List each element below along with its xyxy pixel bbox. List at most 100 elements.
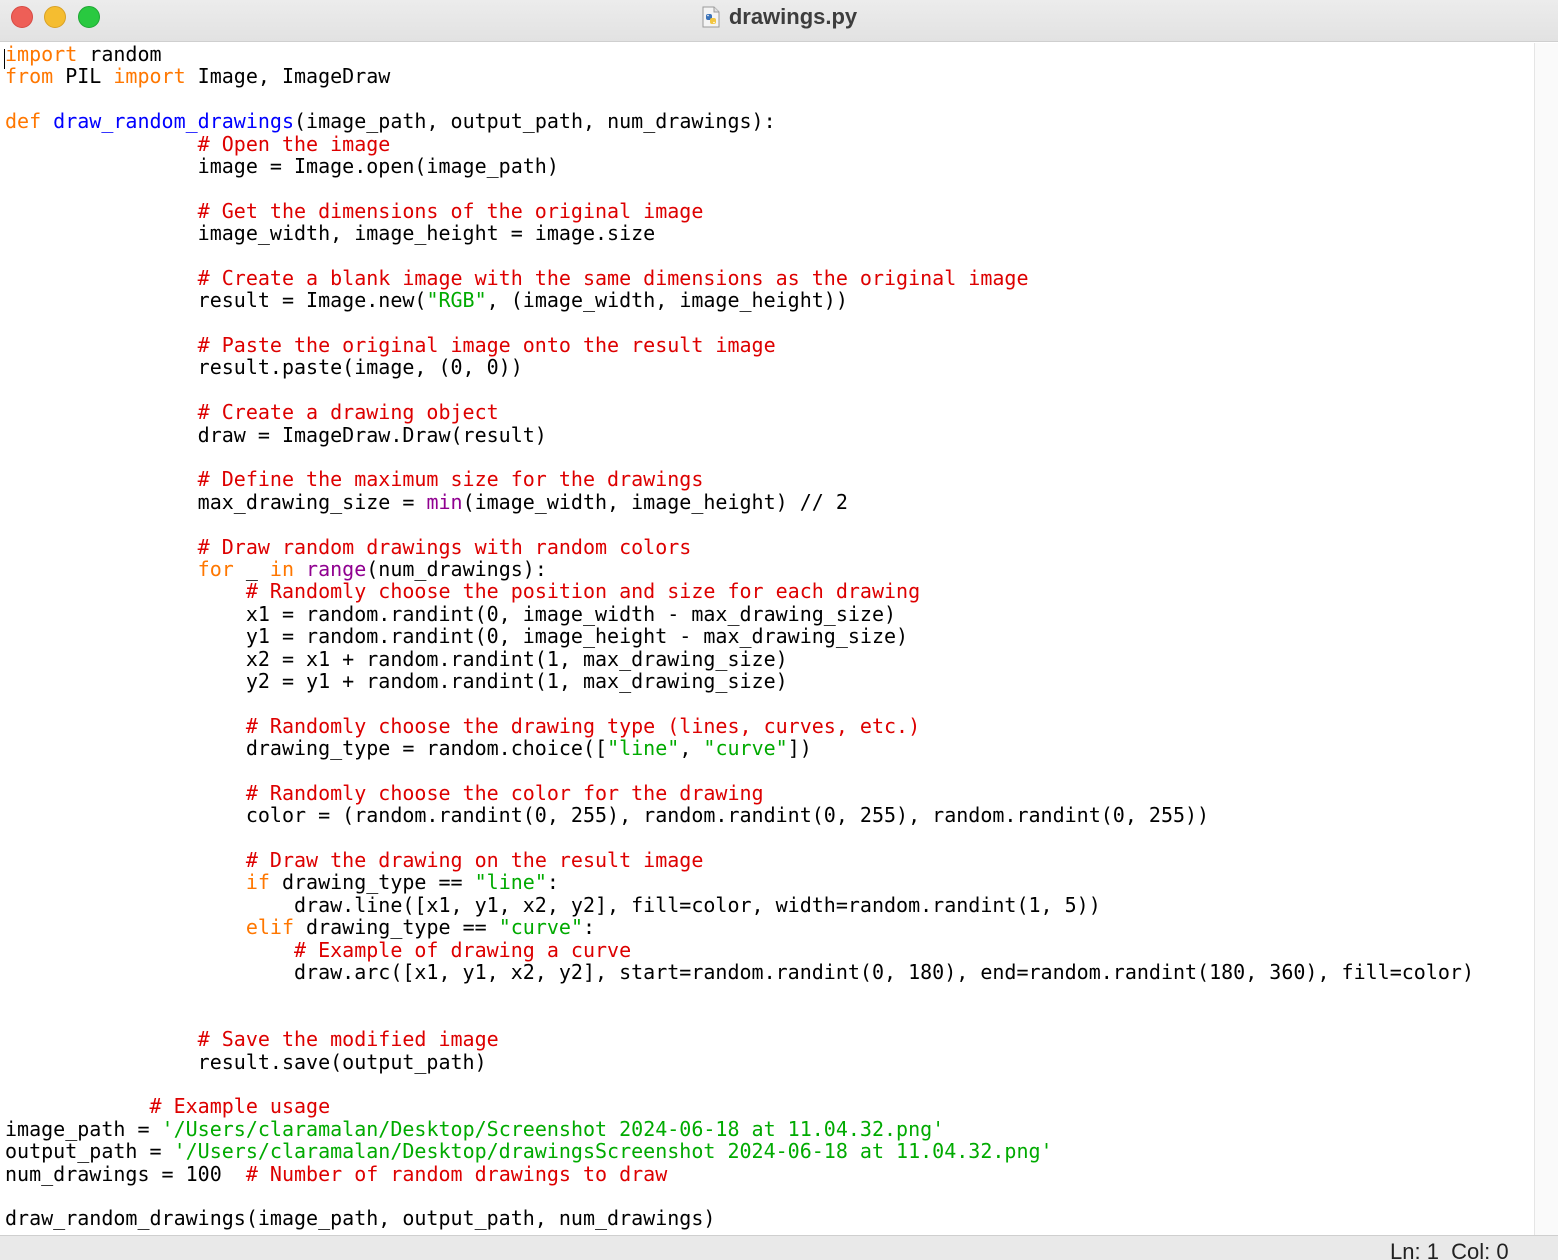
code-token: random xyxy=(77,43,162,66)
comment-token: # Draw random drawings with random color… xyxy=(197,534,692,559)
code-line[interactable] xyxy=(5,379,1474,401)
code-line[interactable]: # Open the image xyxy=(5,132,1474,156)
code-token: _ xyxy=(233,556,270,581)
code-line[interactable]: # Example usage xyxy=(5,1095,1474,1117)
code-line[interactable]: num_drawings = 100 # Number of random dr… xyxy=(5,1161,1474,1186)
code-line[interactable] xyxy=(5,1006,1474,1028)
code-line[interactable]: # Draw random drawings with random color… xyxy=(5,534,1474,559)
code-line[interactable]: # Randomly choose the position and size … xyxy=(5,580,1474,602)
code-token: x2 = x1 + random.randint(1, max_drawing_… xyxy=(5,646,788,671)
code-line[interactable]: elif drawing_type == "curve": xyxy=(5,916,1474,938)
code-line[interactable]: result.save(output_path) xyxy=(5,1049,1474,1074)
vertical-scrollbar[interactable] xyxy=(1534,43,1558,1235)
code-token: image = Image.open(image_path) xyxy=(5,153,559,178)
keyword-token: elif xyxy=(245,915,294,940)
code-token: , (image_width, image_height)) xyxy=(486,288,848,313)
code-line[interactable]: # Example of drawing a curve xyxy=(5,938,1474,962)
code-line[interactable]: x2 = x1 + random.randint(1, max_drawing_… xyxy=(5,646,1474,671)
comment-token: # Number of random drawings to draw xyxy=(245,1161,668,1186)
code-token: Image, ImageDraw xyxy=(185,64,391,89)
keyword-token: import xyxy=(113,64,186,89)
code-line[interactable]: # Draw the drawing on the result image xyxy=(5,849,1474,871)
code-token: result = Image.new( xyxy=(5,288,427,313)
code-line[interactable]: y2 = y1 + random.randint(1, max_drawing_… xyxy=(5,670,1474,692)
code-line[interactable]: y1 = random.randint(0, image_height - ma… xyxy=(5,625,1474,647)
code-token: max_drawing_size = xyxy=(5,489,427,514)
code-line[interactable] xyxy=(5,1073,1474,1095)
code-line[interactable]: draw.arc([x1, y1, x2, y2], start=random.… xyxy=(5,961,1474,983)
code-line[interactable]: # Randomly choose the drawing type (line… xyxy=(5,715,1474,737)
code-line[interactable]: result.paste(image, (0, 0)) xyxy=(5,356,1474,378)
code-line[interactable]: image_width, image_height = image.size xyxy=(5,222,1474,244)
code-line[interactable]: output_path = '/Users/claramalan/Desktop… xyxy=(5,1140,1474,1162)
code-line[interactable]: draw = ImageDraw.Draw(result) xyxy=(5,423,1474,446)
string-token: "line" xyxy=(607,736,680,761)
string-token: "line" xyxy=(474,870,547,895)
code-line[interactable]: if drawing_type == "line": xyxy=(5,871,1474,893)
code-line[interactable]: # Define the maximum size for the drawin… xyxy=(5,468,1474,490)
string-token: "RGB" xyxy=(426,288,487,313)
code-line[interactable]: # Paste the original image onto the resu… xyxy=(5,334,1474,356)
code-line[interactable] xyxy=(5,1185,1474,1207)
code-line[interactable]: for _ in range(num_drawings): xyxy=(5,558,1474,580)
code-token: result.save(output_path) xyxy=(5,1049,487,1074)
code-token: PIL xyxy=(53,64,114,89)
code-line[interactable] xyxy=(5,983,1474,1005)
code-line[interactable]: # Create a drawing object xyxy=(5,401,1474,423)
code-line[interactable]: from PIL import Image, ImageDraw xyxy=(5,65,1474,87)
code-token: draw.line([x1, y1, x2, y2], fill=color, … xyxy=(5,892,1101,917)
code-line[interactable]: result = Image.new("RGB", (image_width, … xyxy=(5,289,1474,311)
code-line[interactable]: import random xyxy=(5,43,1474,65)
code-line[interactable]: max_drawing_size = min(image_width, imag… xyxy=(5,491,1474,513)
code-token: drawing_type == xyxy=(269,870,475,895)
code-line[interactable]: x1 = random.randint(0, image_width - max… xyxy=(5,603,1474,625)
code-token: image_path = xyxy=(5,1116,162,1141)
string-token: "curve" xyxy=(703,736,788,761)
code-line[interactable]: draw_random_drawings(image_path, output_… xyxy=(5,1207,1474,1229)
code-token: y2 = y1 + random.randint(1, max_drawing_… xyxy=(5,668,788,693)
window-title: drawings.py xyxy=(728,4,858,29)
code-line[interactable] xyxy=(5,760,1474,782)
code-line[interactable]: # Create a blank image with the same dim… xyxy=(5,267,1474,289)
comment-token: # Save the modified image xyxy=(197,1027,499,1052)
code-line[interactable]: image_path = '/Users/claramalan/Desktop/… xyxy=(5,1118,1474,1140)
code-line[interactable] xyxy=(5,513,1474,535)
window-title-group: drawings.py xyxy=(0,0,1558,34)
code-line[interactable] xyxy=(5,245,1474,267)
function-name-token: draw_random_drawings xyxy=(53,109,294,134)
code-token: draw_random_drawings(image_path, output_… xyxy=(5,1206,716,1231)
code-token: y1 = random.randint(0, image_height - ma… xyxy=(5,624,909,649)
code-line[interactable] xyxy=(5,177,1474,199)
code-token: output_path = xyxy=(5,1139,174,1164)
code-line[interactable]: # Randomly choose the color for the draw… xyxy=(5,782,1474,804)
code-token: num_drawings = 100 xyxy=(5,1161,246,1186)
code-line[interactable] xyxy=(5,88,1474,110)
code-line[interactable] xyxy=(5,446,1474,468)
keyword-token: if xyxy=(245,870,270,895)
title-bar[interactable]: drawings.py xyxy=(0,0,1558,42)
string-token: '/Users/claramalan/Desktop/drawingsScree… xyxy=(173,1139,1053,1164)
code-editor[interactable]: import random from PIL import Image, Imag… xyxy=(0,43,1534,1235)
code-line[interactable]: color = (random.randint(0, 255), random.… xyxy=(5,804,1474,826)
code-line[interactable]: drawing_type = random.choice(["line", "c… xyxy=(5,737,1474,759)
comment-token: # Get the dimensions of the original ima… xyxy=(197,198,704,223)
code-line[interactable]: image = Image.open(image_path) xyxy=(5,155,1474,177)
code-line[interactable] xyxy=(5,692,1474,714)
code-line[interactable]: draw.line([x1, y1, x2, y2], fill=color, … xyxy=(5,894,1474,916)
code-token: x1 = random.randint(0, image_width - max… xyxy=(5,601,897,626)
code-text-area[interactable]: import random from PIL import Image, Imag… xyxy=(5,43,1474,1230)
keyword-token: in xyxy=(269,556,294,581)
code-line[interactable] xyxy=(5,312,1474,334)
code-line[interactable]: # Get the dimensions of the original ima… xyxy=(5,200,1474,222)
code-line[interactable] xyxy=(5,827,1474,849)
code-line[interactable]: # Save the modified image xyxy=(5,1028,1474,1050)
code-line[interactable]: def draw_random_drawings(image_path, out… xyxy=(5,110,1474,132)
